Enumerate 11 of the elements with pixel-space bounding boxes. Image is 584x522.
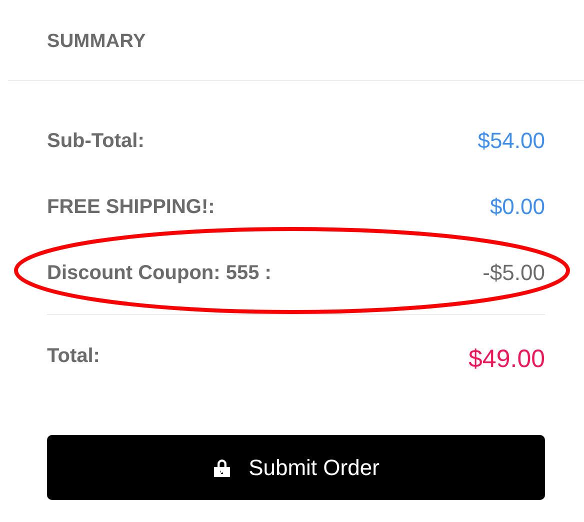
line-label: FREE SHIPPING!: xyxy=(47,196,215,218)
submit-order-button[interactable]: Submit Order xyxy=(47,435,545,500)
lock-icon xyxy=(212,458,231,478)
summary-heading: SUMMARY xyxy=(47,31,146,52)
total-label: Total: xyxy=(47,345,100,368)
line-amount: $0.00 xyxy=(490,194,545,220)
total-amount: $49.00 xyxy=(468,345,545,374)
line-amount: -$5.00 xyxy=(482,260,545,286)
line-amount: $54.00 xyxy=(478,128,545,154)
line-label: Discount Coupon: 555 : xyxy=(47,262,272,284)
line-label: Sub-Total: xyxy=(47,130,144,152)
